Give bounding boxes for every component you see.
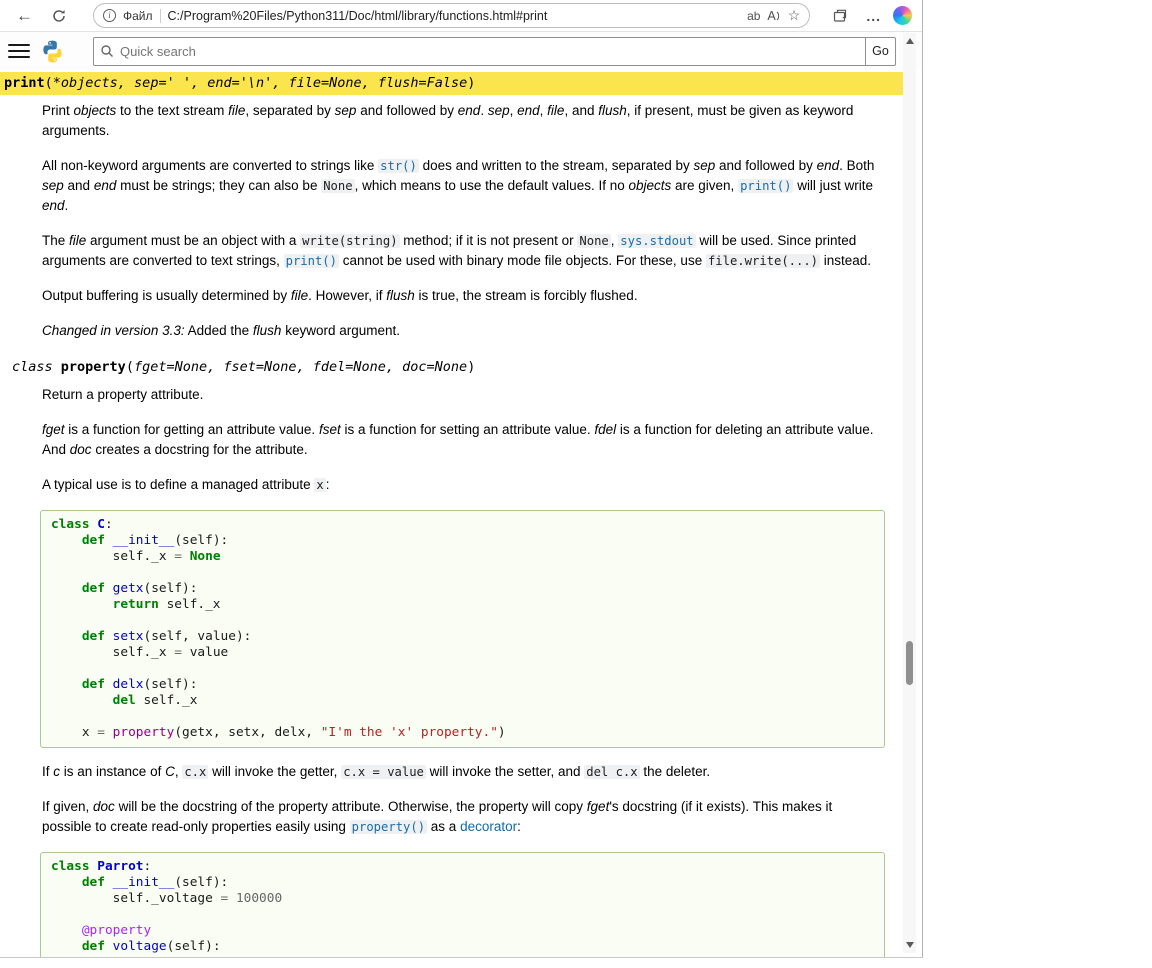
copilot-icon[interactable] xyxy=(893,6,912,25)
property-code-example: class C: def __init__(self): self._x = N… xyxy=(40,510,885,748)
docs-content: print(*objects, sep=' ', end='\n', file=… xyxy=(0,70,903,958)
read-aloud-letter: A xyxy=(767,9,775,23)
info-icon[interactable]: i xyxy=(103,9,116,22)
url-text[interactable]: C:/Program%20Files/Python311/Doc/html/li… xyxy=(168,9,741,23)
inline-link[interactable]: property() xyxy=(350,820,427,834)
print-doc-paragraph-1: Print objects to the text stream file, s… xyxy=(42,101,883,141)
property-doc-paragraph-4: If c is an instance of C, c.x will invok… xyxy=(42,762,883,782)
property-doc-paragraph-1: Return a property attribute. xyxy=(42,385,883,405)
translate-icon[interactable]: ab xyxy=(747,9,760,23)
scroll-up-arrow[interactable] xyxy=(906,38,914,44)
read-aloud-icon[interactable]: A xyxy=(767,9,780,23)
scroll-down-arrow[interactable] xyxy=(906,942,914,948)
print-changed-note: Changed in version 3.3: Added the flush … xyxy=(42,321,883,341)
inline-link[interactable]: decorator xyxy=(460,819,517,834)
address-separator xyxy=(160,9,161,23)
python-logo[interactable] xyxy=(40,39,65,64)
parrot-code-example: class Parrot: def __init__(self): self._… xyxy=(40,852,885,958)
property-description-continued: If c is an instance of C, c.x will invok… xyxy=(42,762,883,837)
property-doc-paragraph-5: If given, doc will be the docstring of t… xyxy=(42,797,883,837)
scrollbar-thumb[interactable] xyxy=(906,641,913,685)
site-label: Файл xyxy=(123,9,153,23)
favorites-star-icon[interactable]: ☆ xyxy=(788,7,801,24)
ellipsis-glyph: ... xyxy=(866,8,881,24)
search-box xyxy=(93,37,866,66)
search-icon xyxy=(100,44,114,63)
search-input[interactable] xyxy=(93,37,866,66)
property-doc-paragraph-3: A typical use is to define a managed att… xyxy=(42,475,883,495)
property-signature: class property(fget=None, fset=None, fde… xyxy=(0,356,903,379)
docs-nav: Go xyxy=(0,32,922,70)
go-button[interactable]: Go xyxy=(865,37,896,66)
inline-link[interactable]: print() xyxy=(738,179,793,193)
print-doc-paragraph-3: The file argument must be an object with… xyxy=(42,231,883,271)
inline-link[interactable]: print() xyxy=(284,254,339,268)
inline-link[interactable]: sys.stdout xyxy=(618,234,695,248)
refresh-icon xyxy=(51,8,67,24)
scrollbar[interactable] xyxy=(903,33,916,953)
back-button[interactable]: ← xyxy=(10,5,39,26)
browser-toolbar: ← i Файл C:/Program%20Files/Python311/Do… xyxy=(0,0,922,32)
print-doc-paragraph-2: All non-keyword arguments are converted … xyxy=(42,156,883,216)
inline-link[interactable]: str() xyxy=(378,159,419,173)
collections-icon[interactable] xyxy=(826,6,854,26)
property-description: Return a property attribute. fget is a f… xyxy=(42,385,883,495)
print-description: Print objects to the text stream file, s… xyxy=(42,101,883,341)
back-arrow-icon: ← xyxy=(16,7,33,24)
browser-window: ← i Файл C:/Program%20Files/Python311/Do… xyxy=(0,0,923,958)
print-doc-paragraph-4: Output buffering is usually determined b… xyxy=(42,286,883,306)
property-doc-paragraph-2: fget is a function for getting an attrib… xyxy=(42,420,883,460)
refresh-button[interactable] xyxy=(45,6,73,26)
address-bar[interactable]: i Файл C:/Program%20Files/Python311/Doc/… xyxy=(93,3,810,28)
print-signature: print(*objects, sep=' ', end='\n', file=… xyxy=(0,72,903,95)
hamburger-menu-icon[interactable] xyxy=(8,41,30,61)
more-menu-icon[interactable]: ... xyxy=(860,6,887,26)
